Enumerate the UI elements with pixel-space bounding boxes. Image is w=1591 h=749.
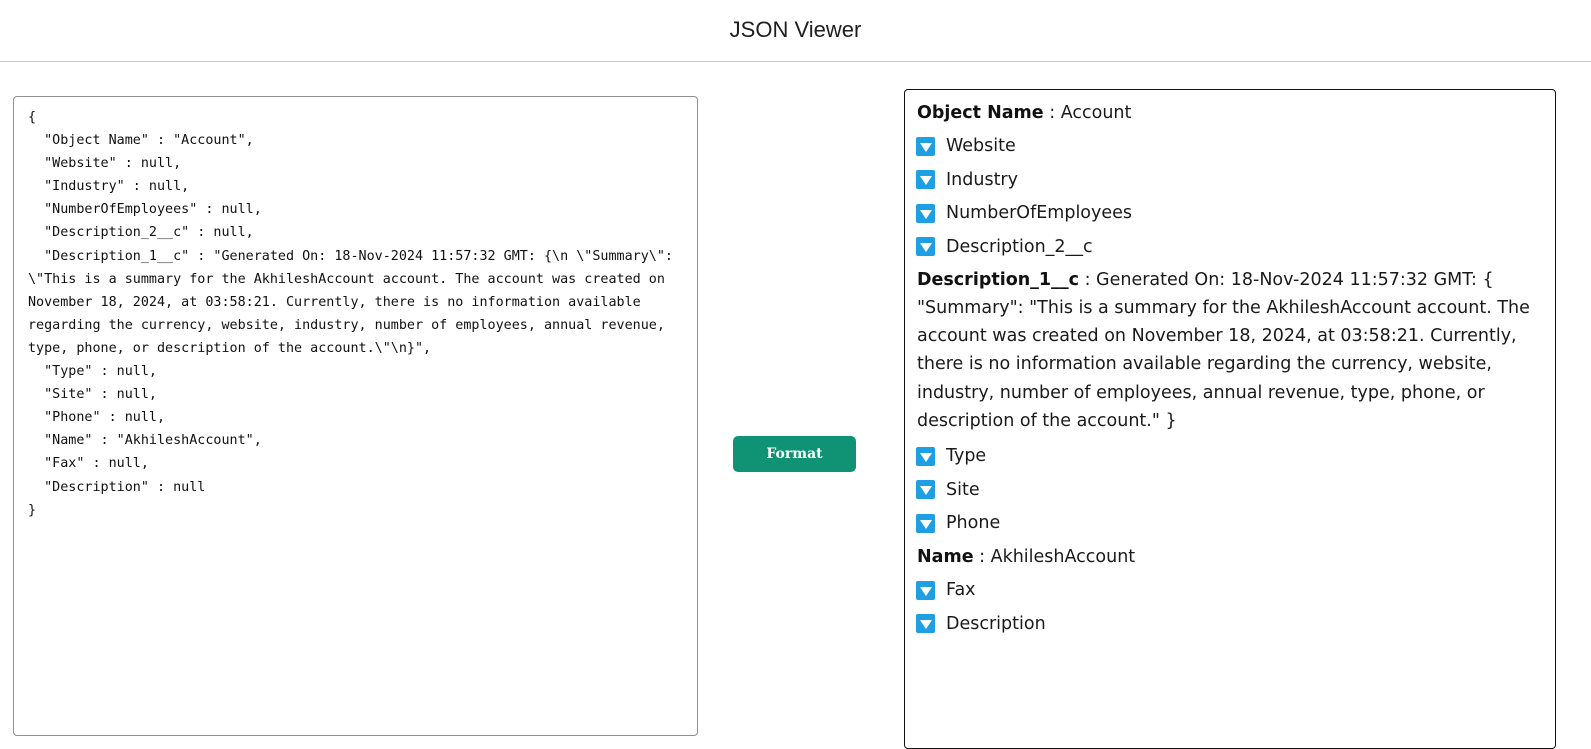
employees-node: NumberOfEmployees	[916, 197, 1544, 231]
triangle-down-icon[interactable]	[916, 614, 935, 634]
description-1-key: Description_1__c	[917, 269, 1079, 290]
description-2-node: Description_2__c	[916, 230, 1544, 264]
triangle-down-icon[interactable]	[916, 203, 935, 223]
description-label: Description	[946, 613, 1046, 634]
json-input-textarea[interactable]: { "Object Name" : "Account", "Website" :…	[13, 96, 698, 736]
triangle-down-icon[interactable]	[916, 136, 935, 156]
website-label: Website	[946, 136, 1016, 157]
industry-label: Industry	[946, 169, 1018, 190]
description-1-value: Generated On: 18-Nov-2024 11:57:32 GMT: …	[917, 269, 1530, 431]
fax-node: Fax	[916, 573, 1544, 607]
object-name-value: Account	[1060, 102, 1132, 123]
triangle-down-icon[interactable]	[916, 513, 935, 533]
format-button[interactable]: Format	[733, 436, 856, 472]
triangle-down-icon[interactable]	[916, 580, 935, 600]
triangle-down-icon[interactable]	[916, 446, 935, 466]
description-node: Description	[916, 607, 1544, 641]
site-label: Site	[946, 479, 980, 500]
key-value-separator: :	[1043, 102, 1061, 123]
name-row: Name : AkhileshAccount	[916, 540, 1544, 574]
website-node: Website	[916, 130, 1544, 164]
type-label: Type	[946, 446, 987, 467]
fax-label: Fax	[946, 580, 976, 601]
triangle-down-icon[interactable]	[916, 170, 935, 190]
object-name-row: Object Name : Account	[916, 96, 1544, 130]
name-value: AkhileshAccount	[990, 546, 1136, 567]
site-node: Site	[916, 473, 1544, 507]
name-key: Name	[917, 546, 974, 567]
triangle-down-icon[interactable]	[916, 237, 935, 257]
type-node: Type	[916, 439, 1544, 473]
description-2-label: Description_2__c	[946, 236, 1093, 257]
phone-node: Phone	[916, 506, 1544, 540]
triangle-down-icon[interactable]	[916, 480, 935, 500]
employees-label: NumberOfEmployees	[946, 203, 1133, 224]
key-value-separator: :	[973, 546, 991, 567]
page-title: JSON Viewer	[729, 17, 862, 42]
json-viewer-panel: Object Name : Account Website Industry N…	[904, 89, 1556, 749]
key-value-separator: :	[1079, 269, 1097, 290]
industry-node: Industry	[916, 163, 1544, 197]
page-header: JSON Viewer	[0, 0, 1591, 62]
description-1-row: Description_1__c : Generated On: 18-Nov-…	[916, 264, 1544, 440]
object-name-key: Object Name	[917, 102, 1044, 123]
phone-label: Phone	[946, 513, 1001, 534]
